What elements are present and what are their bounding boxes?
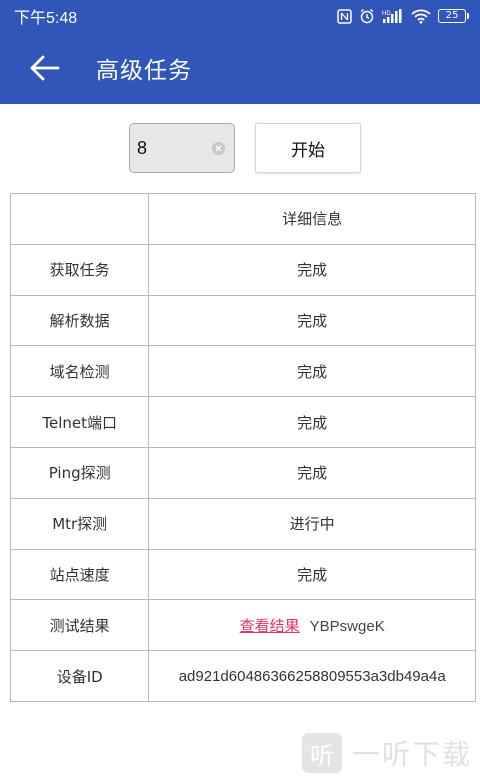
status-icons: HD 25 xyxy=(337,8,469,24)
table-row: 解析数据 完成 xyxy=(9,294,476,347)
clear-input-icon[interactable] xyxy=(212,142,225,155)
view-result-link[interactable]: 查看结果 xyxy=(240,617,300,635)
task-count-field[interactable] xyxy=(129,123,235,173)
row-status: 完成 xyxy=(148,294,476,347)
svg-text:HD: HD xyxy=(382,11,391,17)
watermark: 听 一听下载 xyxy=(301,733,472,773)
table-header-row: 详细信息 xyxy=(9,193,476,245)
row-label: 解析数据 xyxy=(9,294,150,347)
device-id-label: 设备ID xyxy=(9,650,150,702)
row-status: 进行中 xyxy=(148,497,476,550)
status-time: 下午5:48 xyxy=(14,10,78,27)
alarm-icon xyxy=(359,8,375,24)
row-status: 完成 xyxy=(148,548,476,601)
device-id-row: 设备ID ad921d60486366258809553a3db49a4a xyxy=(9,650,476,702)
table-row: Telnet端口 完成 xyxy=(9,396,476,448)
table-row: 站点速度 完成 xyxy=(9,548,476,601)
result-cell: 查看结果 YBPswgeK xyxy=(148,599,476,652)
watermark-text: 一听下载 xyxy=(351,738,472,771)
row-label: 域名检测 xyxy=(9,345,150,398)
hd-signal-icon: HD xyxy=(382,8,404,24)
row-label: Ping探测 xyxy=(9,446,150,499)
back-arrow-icon[interactable] xyxy=(28,51,62,85)
row-status: 完成 xyxy=(148,345,476,398)
table-header-label xyxy=(9,193,150,245)
nfc-icon xyxy=(337,8,352,24)
page-title: 高级任务 xyxy=(96,58,192,84)
task-status-table: 详细信息 获取任务 完成 解析数据 完成 域名检测 完成 Telnet端口 完成… xyxy=(9,193,476,702)
row-label: Mtr探测 xyxy=(9,497,150,550)
table-row: Mtr探测 进行中 xyxy=(9,497,476,550)
watermark-logo: 听 xyxy=(301,733,342,773)
row-status: 完成 xyxy=(148,446,476,499)
row-label: 获取任务 xyxy=(9,243,150,296)
row-status: 完成 xyxy=(148,396,476,448)
table-row: 获取任务 完成 xyxy=(9,243,476,296)
status-bar: 下午5:48 HD 25 xyxy=(0,0,480,32)
row-label: Telnet端口 xyxy=(9,396,150,448)
table-row: Ping探测 完成 xyxy=(9,446,476,499)
app-bar: 高级任务 xyxy=(0,32,480,104)
task-count-input[interactable] xyxy=(137,137,207,159)
wifi-icon xyxy=(411,9,431,24)
row-label: 站点速度 xyxy=(9,548,150,601)
result-label: 测试结果 xyxy=(9,599,150,652)
start-button[interactable]: 开始 xyxy=(255,123,361,173)
task-controls: 开始 xyxy=(0,104,480,192)
result-row: 测试结果 查看结果 YBPswgeK xyxy=(9,599,476,652)
table-header-value: 详细信息 xyxy=(148,193,476,245)
device-id-value: ad921d60486366258809553a3db49a4a xyxy=(148,650,476,702)
table-row: 域名检测 完成 xyxy=(9,345,476,398)
row-status: 完成 xyxy=(148,243,476,296)
battery-icon: 25 xyxy=(438,9,469,23)
result-code: YBPswgeK xyxy=(309,617,385,635)
